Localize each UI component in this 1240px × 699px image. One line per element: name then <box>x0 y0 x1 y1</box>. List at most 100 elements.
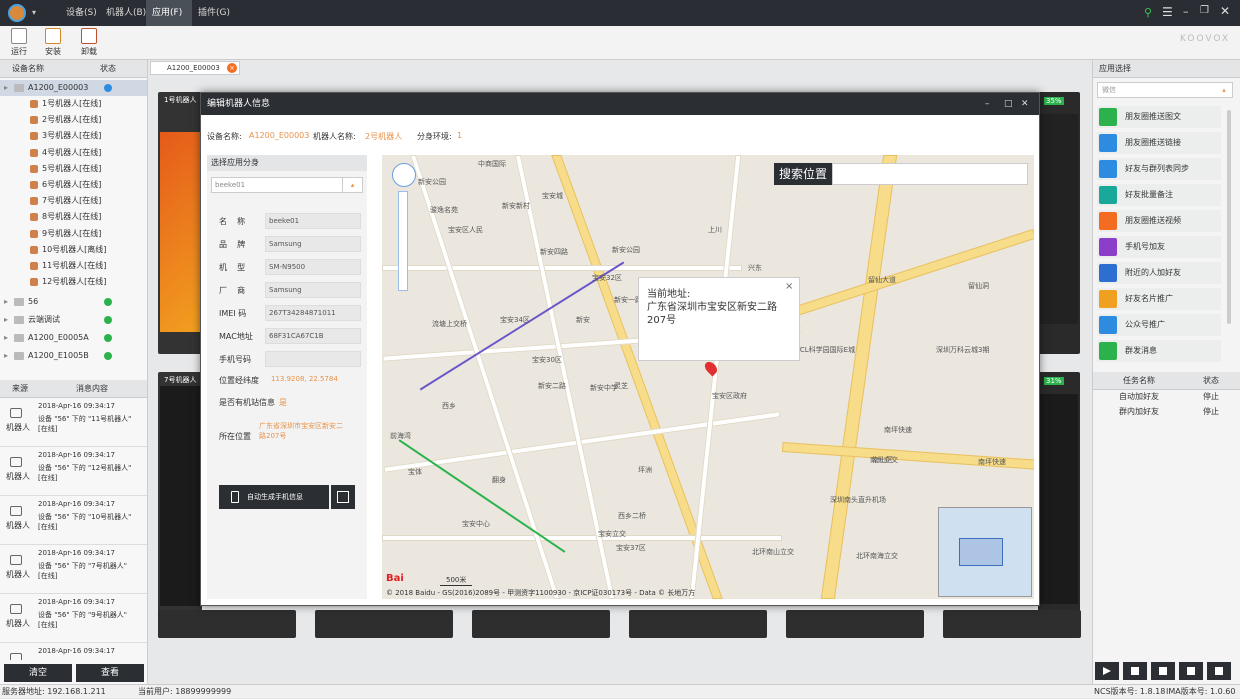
task-row[interactable]: 群内加好友 停止 <box>1093 405 1240 419</box>
robot-row[interactable]: 9号机器人[在线] <box>0 226 147 242</box>
phone-action-bar[interactable] <box>472 610 610 638</box>
trash-icon <box>1187 667 1195 675</box>
expand-icon[interactable]: ▸ <box>4 80 8 96</box>
chevron-up-icon[interactable]: ▴ <box>342 178 362 192</box>
message-item[interactable]: 机器人 2018-Apr-16 09:34:17 设备 "56" 下的 "11号机器… <box>0 398 147 447</box>
device-row[interactable]: ▸ A1200_E1005B <box>0 348 147 364</box>
phone-action-bar[interactable] <box>315 610 453 638</box>
robot-row[interactable]: 8号机器人[在线] <box>0 209 147 225</box>
dialog-close-icon[interactable]: ✕ <box>1021 93 1029 115</box>
play-button[interactable] <box>1095 662 1119 680</box>
mini-map[interactable] <box>938 507 1032 597</box>
app-item[interactable]: 朋友圈推送视频 <box>1097 210 1221 232</box>
menu-app[interactable]: 应用(F) <box>146 0 192 26</box>
expand-icon[interactable]: ▸ <box>4 312 8 328</box>
phone-cell-right-1[interactable]: 35% <box>1038 92 1080 354</box>
generate-info-button[interactable]: 自动生成手机信息 <box>219 485 329 509</box>
field-input[interactable]: SM-N9500 <box>265 259 361 275</box>
app-item[interactable]: 朋友圈推送图文 <box>1097 106 1221 128</box>
zoom-slider[interactable] <box>398 191 408 291</box>
message-item[interactable]: 机器人 2018-Apr-16 09:34:17 设备 "56" 下的 "9号机器人… <box>0 594 147 643</box>
app-list-scrollbar[interactable] <box>1227 110 1231 324</box>
choose-clone-header: 选择应用分身 <box>207 155 367 171</box>
device-row[interactable]: ▸ 云端调试 <box>0 312 147 328</box>
install-button[interactable]: 安装 <box>38 28 68 57</box>
expand-icon[interactable]: ▸ <box>4 348 8 364</box>
save-button[interactable] <box>331 485 355 509</box>
message-item[interactable]: 机器人2018-Apr-16 09:34:17 <box>0 643 147 660</box>
robot-row[interactable]: 3号机器人[在线] <box>0 128 147 144</box>
field-input[interactable]: 267T34284871011 <box>265 305 361 321</box>
message-item[interactable]: 机器人 2018-Apr-16 09:34:17 设备 "56" 下的 "7号机器人… <box>0 545 147 594</box>
robot-row[interactable]: 7号机器人[在线] <box>0 193 147 209</box>
device-row[interactable]: ▸ 56 <box>0 294 147 310</box>
baidu-map[interactable]: 中商国际 新安公园 骏逸名苑 宝安区人民 新安新村 新安四路 宝安32区 新安一路 流塘上交桥宝… <box>382 155 1034 599</box>
app-item[interactable]: 朋友圈推送链接 <box>1097 132 1221 154</box>
pin-icon[interactable]: ⚲ <box>1144 6 1152 19</box>
phone-cell-1[interactable]: 1号机器人 <box>158 92 202 354</box>
app-search-input[interactable]: 微信 ▴ <box>1097 82 1233 98</box>
message-item[interactable]: 机器人 2018-Apr-16 09:34:17 设备 "56" 下的 "12号机器… <box>0 447 147 496</box>
expand-icon[interactable]: ▸ <box>4 330 8 346</box>
phone-cell-right-7[interactable]: 31% <box>1038 372 1080 638</box>
robot-row[interactable]: 5号机器人[在线] <box>0 161 147 177</box>
restore-icon[interactable]: ❐ <box>1200 5 1209 16</box>
task-row[interactable]: 自动加好友 停止 <box>1093 390 1240 404</box>
chevron-up-icon[interactable]: ▴ <box>1216 83 1232 97</box>
robot-row[interactable]: 1号机器人[在线] <box>0 96 147 112</box>
clone-select[interactable]: beeke01 ▴ <box>211 177 363 193</box>
robot-row[interactable]: 10号机器人[离线] <box>0 242 147 258</box>
uninstall-button[interactable]: 卸载 <box>74 28 104 57</box>
robot-row[interactable]: 6号机器人[在线] <box>0 177 147 193</box>
device-row[interactable]: ▸ A1200_E0005A <box>0 330 147 346</box>
search-location-input[interactable] <box>832 163 1028 185</box>
device-tab[interactable]: A1200_E00003 × <box>150 61 240 75</box>
app-item[interactable]: 好友批量备注 <box>1097 184 1221 206</box>
close-icon[interactable]: ✕ <box>1220 4 1230 18</box>
tab-close-icon[interactable]: × <box>227 63 237 73</box>
popup-close-icon[interactable]: × <box>785 280 793 293</box>
view-button[interactable]: 查看 <box>76 664 144 682</box>
menu-plugin[interactable]: 插件(G) <box>192 0 236 26</box>
dialog-minimize-icon[interactable]: – <box>985 93 990 115</box>
eye-button[interactable] <box>1151 662 1175 680</box>
field-input[interactable]: Samsung <box>265 236 361 252</box>
clock-button[interactable] <box>1207 662 1231 680</box>
dialog-restore-icon[interactable]: □ <box>1004 93 1013 115</box>
app-item[interactable]: 好友与群列表同步 <box>1097 158 1221 180</box>
message-item[interactable]: 机器人 2018-Apr-16 09:34:17 设备 "56" 下的 "10号机器… <box>0 496 147 545</box>
field-input[interactable]: beeke01 <box>265 213 361 229</box>
hamburger-icon[interactable]: ☰ <box>1162 5 1173 19</box>
run-button[interactable]: 运行 <box>4 28 34 57</box>
phone-action-bar[interactable] <box>629 610 767 638</box>
device-row[interactable]: ▸ A1200_E00003 <box>0 80 147 96</box>
robot-row[interactable]: 2号机器人[在线] <box>0 112 147 128</box>
field-input[interactable]: Samsung <box>265 282 361 298</box>
phone-action-bar[interactable] <box>158 610 296 638</box>
robot-row[interactable]: 12号机器人[在线] <box>0 274 147 290</box>
clear-button[interactable]: 清空 <box>4 664 72 682</box>
app-item[interactable]: 附近的人加好友 <box>1097 262 1221 284</box>
field-input[interactable]: 68F31CA67C1B <box>265 328 361 344</box>
minimize-icon[interactable]: – <box>1183 5 1189 18</box>
app-item[interactable]: 公众号推广 <box>1097 314 1221 336</box>
stop-button[interactable] <box>1123 662 1147 680</box>
app-item[interactable]: 群发消息 <box>1097 340 1221 362</box>
map-zoom-control[interactable] <box>392 163 416 187</box>
trash-button[interactable] <box>1179 662 1203 680</box>
expand-icon[interactable]: ▸ <box>4 294 8 310</box>
phone-cell-7[interactable]: 7号机器人 <box>158 372 202 638</box>
robot-row[interactable]: 11号机器人[在线] <box>0 258 147 274</box>
map-place-label: 翻身 <box>492 476 506 484</box>
app-item[interactable]: 好友名片推广 <box>1097 288 1221 310</box>
phone-action-bar[interactable] <box>943 610 1081 638</box>
avatar[interactable] <box>8 4 26 22</box>
map-place-label: TCL科学园国际E城 <box>796 346 856 354</box>
phone-action-bar[interactable] <box>786 610 924 638</box>
chevron-down-icon[interactable]: ▾ <box>32 8 36 17</box>
robot-row[interactable]: 4号机器人[在线] <box>0 145 147 161</box>
menu-device[interactable]: 设备(S) <box>60 0 103 26</box>
app-item[interactable]: 手机号加友 <box>1097 236 1221 258</box>
menu-robot[interactable]: 机器人(B) <box>100 0 152 26</box>
field-input[interactable] <box>265 351 361 367</box>
